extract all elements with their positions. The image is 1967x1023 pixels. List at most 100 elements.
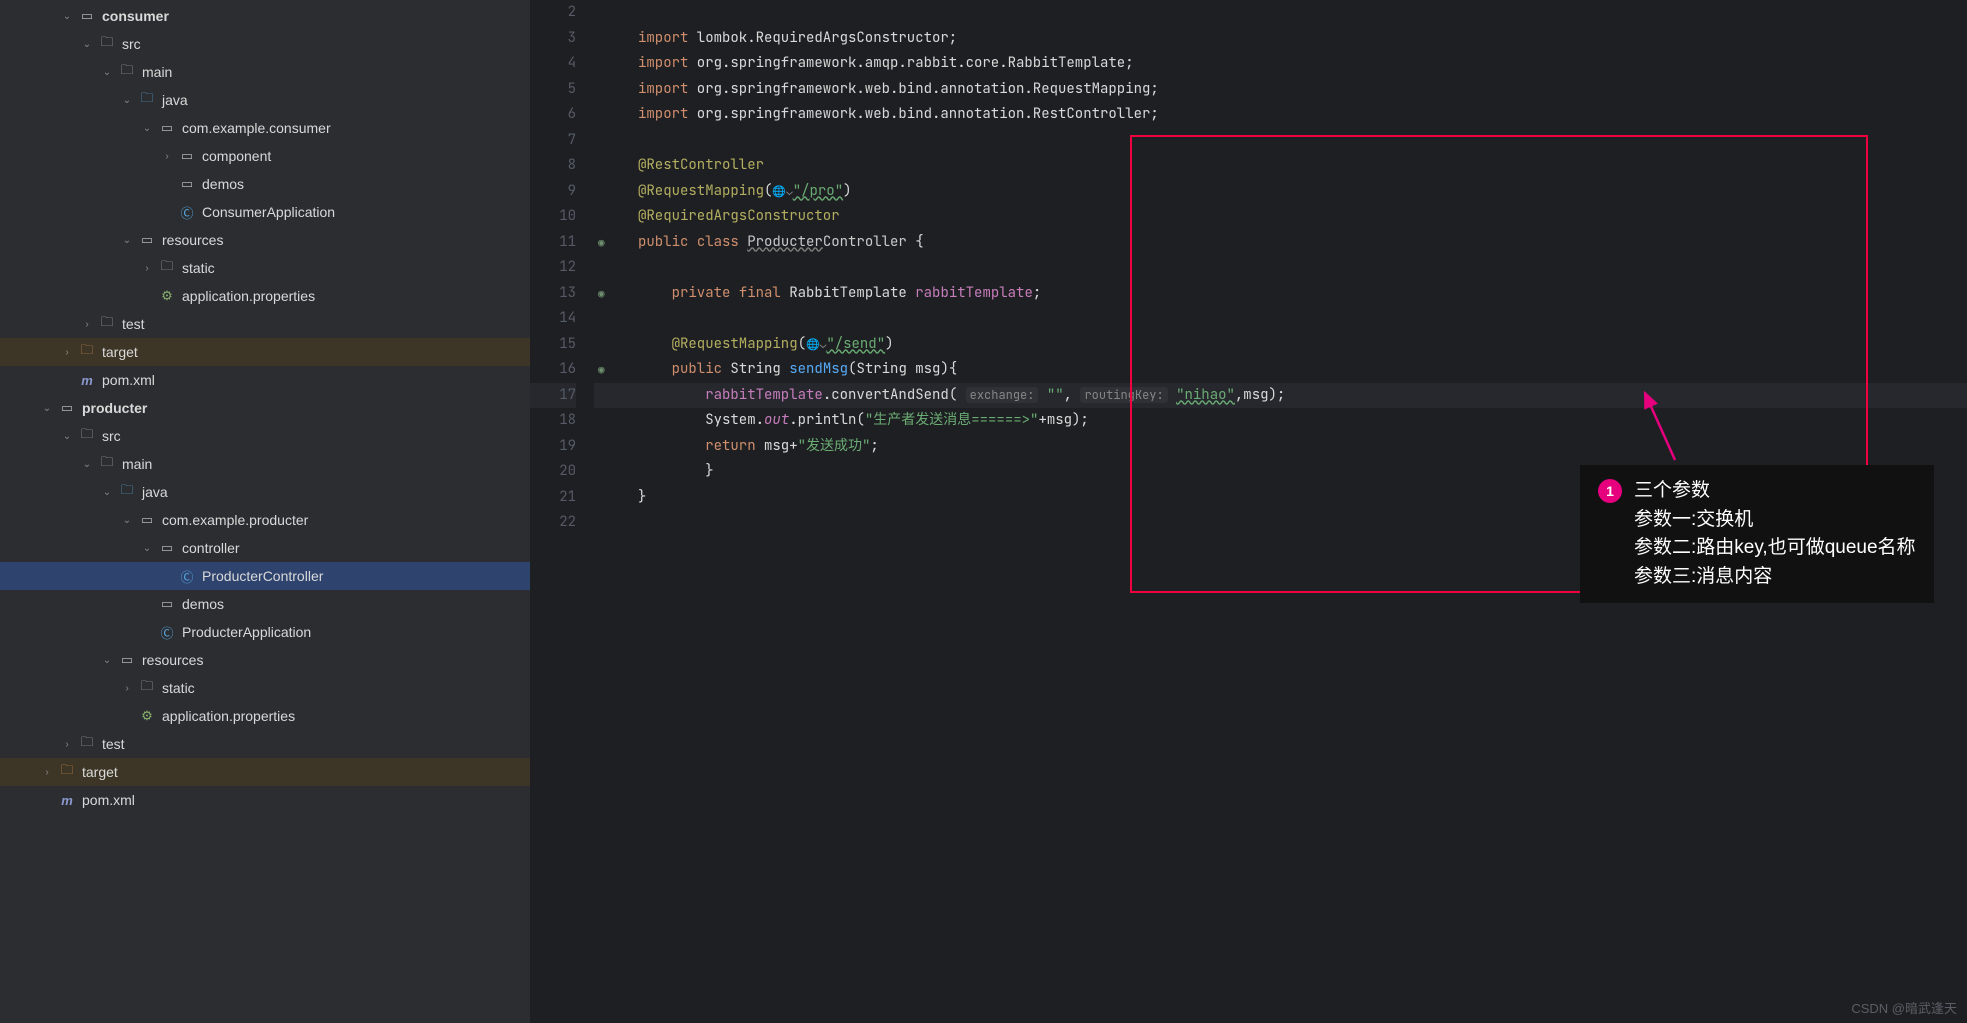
line-number[interactable]: 22 <box>530 510 576 536</box>
maven-icon: m <box>58 791 76 809</box>
code-line[interactable]: import org.springframework.web.bind.anno… <box>618 77 1967 103</box>
line-number[interactable]: 5 <box>530 77 576 103</box>
tree-item-test[interactable]: ›🗀test <box>0 310 530 338</box>
line-number[interactable]: 9 <box>530 179 576 205</box>
tree-item-demos[interactable]: ▭demos <box>0 170 530 198</box>
tree-item-src[interactable]: ⌄🗀src <box>0 422 530 450</box>
code-editor[interactable]: 2345678910111213141516171819202122 ◉ ◉ ◉ i… <box>530 0 1967 1023</box>
line-number[interactable]: 11 <box>530 230 576 256</box>
chevron-down-icon[interactable]: ⌄ <box>100 485 114 499</box>
line-number[interactable]: 21 <box>530 485 576 511</box>
tree-item-java[interactable]: ⌄🗀java <box>0 478 530 506</box>
tree-item-target[interactable]: ›🗀target <box>0 758 530 786</box>
tree-item-main[interactable]: ⌄🗀main <box>0 58 530 86</box>
chevron-down-icon[interactable]: ⌄ <box>60 9 74 23</box>
tree-item-ProducterApplication[interactable]: ⒸProducterApplication <box>0 618 530 646</box>
prop-icon: ⚙ <box>158 287 176 305</box>
chevron-down-icon[interactable]: ⌄ <box>140 541 154 555</box>
class-icon: Ⓒ <box>158 623 176 641</box>
line-number[interactable]: 15 <box>530 332 576 358</box>
spring-bean-icon[interactable]: ◉ <box>598 236 605 250</box>
spring-bean-icon[interactable]: ◉ <box>598 363 605 377</box>
code-line[interactable]: import lombok.RequiredArgsConstructor; <box>618 26 1967 52</box>
line-number[interactable]: 14 <box>530 306 576 332</box>
tree-item-com-example-producter[interactable]: ⌄▭com.example.producter <box>0 506 530 534</box>
code-line[interactable]: public class ProducterController { <box>618 230 1967 256</box>
chevron-right-icon[interactable]: › <box>80 317 94 331</box>
code-line[interactable]: public String sendMsg(String msg){ <box>618 357 1967 383</box>
tree-item-pom-xml[interactable]: mpom.xml <box>0 786 530 814</box>
chevron-down-icon[interactable]: ⌄ <box>60 429 74 443</box>
tree-item-static[interactable]: ›🗀static <box>0 674 530 702</box>
chevron-down-icon[interactable]: ⌄ <box>40 401 54 415</box>
chevron-right-icon[interactable]: › <box>60 345 74 359</box>
tree-item-consumer[interactable]: ⌄▭consumer <box>0 2 530 30</box>
chevron-down-icon[interactable]: ⌄ <box>80 457 94 471</box>
chevron-down-icon[interactable]: ⌄ <box>120 93 134 107</box>
chevron-down-icon[interactable]: ⌄ <box>100 653 114 667</box>
tree-item-main[interactable]: ⌄🗀main <box>0 450 530 478</box>
code-line[interactable] <box>618 306 1967 332</box>
code-line[interactable]: rabbitTemplate.convertAndSend( exchange:… <box>618 383 1967 409</box>
code-line[interactable]: @RequiredArgsConstructor <box>618 204 1967 230</box>
code-line[interactable] <box>618 255 1967 281</box>
chevron-down-icon[interactable]: ⌄ <box>120 513 134 527</box>
tree-item-component[interactable]: ›▭component <box>0 142 530 170</box>
line-number[interactable]: 7 <box>530 128 576 154</box>
code-line[interactable]: @RequestMapping(🌐⌄"/send") <box>618 332 1967 358</box>
line-number[interactable]: 13 <box>530 281 576 307</box>
tree-item-java[interactable]: ⌄🗀java <box>0 86 530 114</box>
line-number[interactable]: 16 <box>530 357 576 383</box>
line-number[interactable]: 8 <box>530 153 576 179</box>
tree-item-com-example-consumer[interactable]: ⌄▭com.example.consumer <box>0 114 530 142</box>
tree-item-ProducterController[interactable]: ⒸProducterController <box>0 562 530 590</box>
tree-item-pom-xml[interactable]: mpom.xml <box>0 366 530 394</box>
gutter-icons: ◉ ◉ ◉ <box>594 0 618 1023</box>
line-number[interactable]: 17 <box>530 383 576 409</box>
chevron-down-icon[interactable]: ⌄ <box>80 37 94 51</box>
line-number[interactable]: 4 <box>530 51 576 77</box>
line-number[interactable]: 10 <box>530 204 576 230</box>
tree-item-label: java <box>142 484 168 500</box>
prop-icon: ⚙ <box>138 707 156 725</box>
tree-item-application-properties[interactable]: ⚙application.properties <box>0 282 530 310</box>
line-number[interactable]: 3 <box>530 26 576 52</box>
code-line[interactable]: @RequestMapping(🌐⌄"/pro") <box>618 179 1967 205</box>
code-line[interactable]: @RestController <box>618 153 1967 179</box>
code-line[interactable]: import org.springframework.amqp.rabbit.c… <box>618 51 1967 77</box>
tree-item-controller[interactable]: ⌄▭controller <box>0 534 530 562</box>
tree-item-static[interactable]: ›🗀static <box>0 254 530 282</box>
code-line[interactable]: System.out.println("生产者发送消息======>"+msg)… <box>618 408 1967 434</box>
tree-item-resources[interactable]: ⌄▭resources <box>0 646 530 674</box>
chevron-down-icon[interactable]: ⌄ <box>100 65 114 79</box>
code-line[interactable]: import org.springframework.web.bind.anno… <box>618 102 1967 128</box>
code-line[interactable] <box>618 0 1967 26</box>
code-line[interactable] <box>618 128 1967 154</box>
chevron-right-icon[interactable]: › <box>120 681 134 695</box>
tree-item-demos[interactable]: ▭demos <box>0 590 530 618</box>
tree-item-producter[interactable]: ⌄▭producter <box>0 394 530 422</box>
line-number[interactable]: 19 <box>530 434 576 460</box>
chevron-down-icon[interactable]: ⌄ <box>140 121 154 135</box>
line-number[interactable]: 20 <box>530 459 576 485</box>
chevron-right-icon[interactable]: › <box>160 149 174 163</box>
line-number[interactable]: 2 <box>530 0 576 26</box>
package-icon: ▭ <box>178 175 196 193</box>
tree-item-application-properties[interactable]: ⚙application.properties <box>0 702 530 730</box>
tree-item-test[interactable]: ›🗀test <box>0 730 530 758</box>
line-number[interactable]: 6 <box>530 102 576 128</box>
tree-item-target[interactable]: ›🗀target <box>0 338 530 366</box>
chevron-right-icon[interactable]: › <box>60 737 74 751</box>
line-number[interactable]: 18 <box>530 408 576 434</box>
project-tree-panel[interactable]: ⌄▭consumer⌄🗀src⌄🗀main⌄🗀java⌄▭com.example… <box>0 0 530 1023</box>
spring-bean-icon[interactable]: ◉ <box>598 287 605 301</box>
tree-item-ConsumerApplication[interactable]: ⒸConsumerApplication <box>0 198 530 226</box>
code-line[interactable]: private final RabbitTemplate rabbitTempl… <box>618 281 1967 307</box>
chevron-down-icon[interactable]: ⌄ <box>120 233 134 247</box>
tree-item-resources[interactable]: ⌄▭resources <box>0 226 530 254</box>
chevron-right-icon[interactable]: › <box>40 765 54 779</box>
code-line[interactable]: return msg+"发送成功"; <box>618 434 1967 460</box>
line-number[interactable]: 12 <box>530 255 576 281</box>
tree-item-src[interactable]: ⌄🗀src <box>0 30 530 58</box>
chevron-right-icon[interactable]: › <box>140 261 154 275</box>
